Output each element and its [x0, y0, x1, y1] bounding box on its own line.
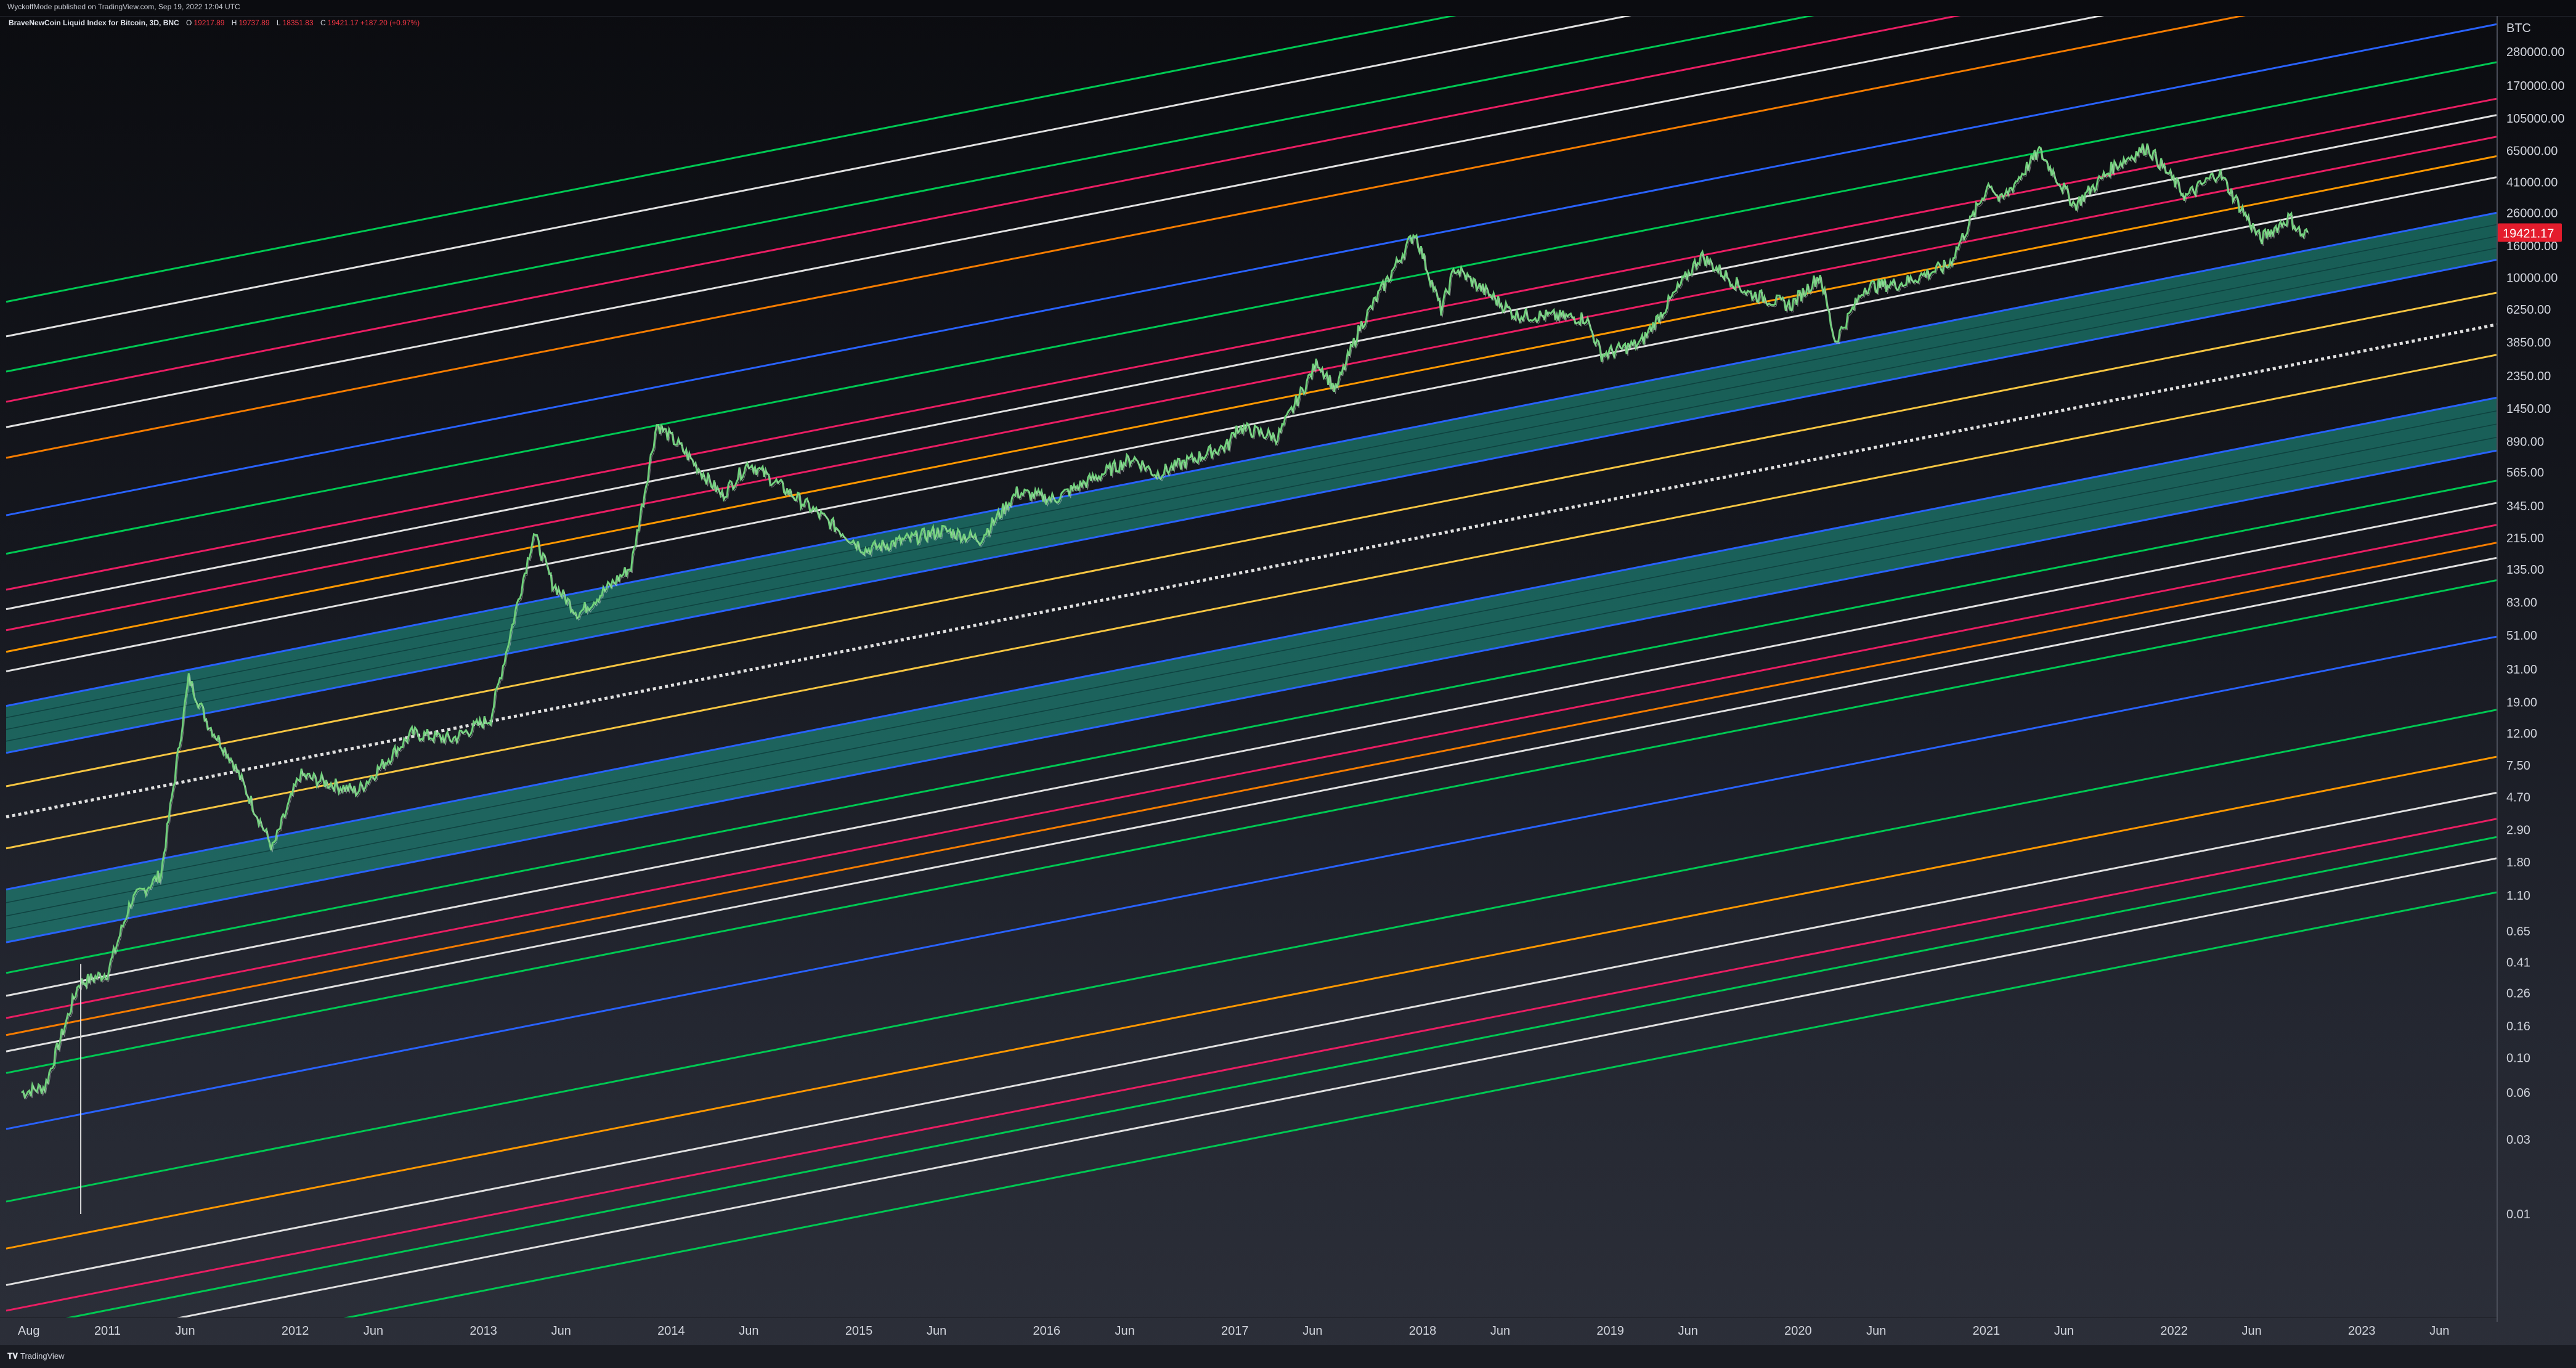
trend-line-28[interactable]	[6, 818, 2497, 1312]
trend-line-9[interactable]	[6, 114, 2497, 611]
ohlc-high-value: 19737.89	[238, 18, 270, 27]
trend-line-21[interactable]	[6, 542, 2497, 1036]
tradingview-logo[interactable]: 𝐓𝐕 TradingView	[7, 1351, 65, 1361]
footer-brand: TradingView	[20, 1351, 65, 1361]
time-axis[interactable]	[0, 1317, 2497, 1345]
trend-line-4[interactable]	[6, 0, 2497, 428]
trend-line-31[interactable]	[6, 891, 2497, 1367]
trend-line-24[interactable]	[6, 635, 2497, 1130]
ohlc-low-label: L	[276, 18, 281, 27]
trend-line-29[interactable]	[6, 836, 2497, 1330]
trend-line-3[interactable]	[6, 0, 2497, 403]
price-line-shadow	[22, 145, 2310, 1100]
ohlc-open-label: O	[186, 18, 192, 27]
trend-line-6[interactable]	[6, 23, 2497, 516]
trend-line-14[interactable]	[6, 291, 2497, 788]
symbol-name[interactable]: BraveNewCoin Liquid Index for Bitcoin, 3…	[9, 18, 179, 27]
band-edge-lower-17	[6, 449, 2497, 943]
ohlc-close-label: C	[320, 18, 326, 27]
chart-canvas[interactable]: BTC280000.00170000.00105000.0065000.0041…	[0, 0, 2576, 1367]
trend-line-12[interactable]	[6, 176, 2497, 672]
trend-line-5[interactable]	[6, 0, 2497, 459]
trend-line-30[interactable]	[6, 857, 2497, 1352]
trend-line-0[interactable]	[6, 0, 2497, 303]
trend-lines	[6, 0, 2497, 1367]
trend-line-15[interactable]	[6, 323, 2497, 819]
symbol-legend: BraveNewCoin Liquid Index for Bitcoin, 3…	[9, 18, 420, 27]
trend-line-25[interactable]	[6, 709, 2497, 1203]
ohlc-low-value: 18351.83	[282, 18, 314, 27]
band-stripe-17-3	[6, 437, 2497, 930]
trend-line-20[interactable]	[6, 524, 2497, 1019]
ohlc-close-value: 19421.17 +187.20 (+0.97%)	[327, 18, 420, 27]
ohlc-open-value: 19217.89	[193, 18, 225, 27]
ohlc-high-label: H	[231, 18, 237, 27]
trend-line-18[interactable]	[6, 479, 2497, 974]
tradingview-logo-icon: 𝐓𝐕	[7, 1351, 18, 1361]
trend-line-16[interactable]	[6, 354, 2497, 850]
footer-bar: 𝐓𝐕 TradingView	[0, 1345, 2576, 1368]
price-axis[interactable]	[2497, 16, 2576, 1322]
